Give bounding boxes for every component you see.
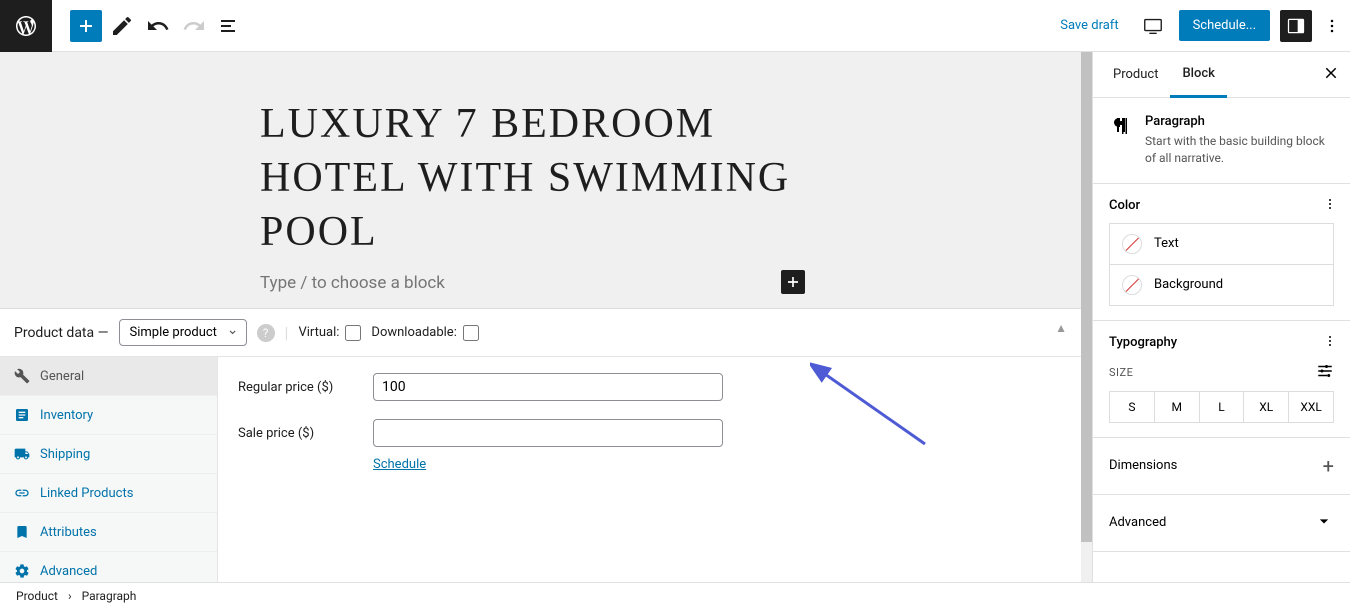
- tab-general[interactable]: General: [0, 357, 217, 396]
- undo-button[interactable]: [142, 10, 174, 42]
- size-label: SIZE: [1109, 366, 1133, 379]
- settings-sidebar: Product Block Paragraph Start with the b…: [1092, 52, 1350, 582]
- downloadable-checkbox[interactable]: [463, 325, 479, 341]
- paragraph-icon: [1109, 114, 1133, 138]
- scrollbar-thumb[interactable]: [1081, 52, 1092, 542]
- tab-advanced[interactable]: Advanced: [0, 552, 217, 582]
- view-button[interactable]: [1137, 10, 1169, 42]
- editor-scrollbar[interactable]: [1081, 52, 1092, 582]
- background-color-button[interactable]: Background: [1109, 264, 1334, 306]
- downloadable-checkbox-group[interactable]: Downloadable:: [371, 325, 478, 341]
- virtual-checkbox-group[interactable]: Virtual:: [298, 325, 361, 341]
- product-data-panel: Product data — Simple product ? | Virtua…: [0, 308, 1081, 582]
- product-data-tabs: General Inventory Shipping Linked P: [0, 357, 218, 582]
- plus-icon: +: [1323, 454, 1334, 478]
- color-section-options[interactable]: [1322, 196, 1338, 216]
- edit-mode-button[interactable]: [106, 10, 138, 42]
- advanced-section[interactable]: Advanced: [1093, 495, 1350, 552]
- font-size-xl[interactable]: XL: [1244, 392, 1289, 422]
- chevron-down-icon: [1314, 511, 1334, 535]
- block-type-name: Paragraph: [1145, 114, 1334, 129]
- block-breadcrumb: Product › Paragraph: [0, 582, 1350, 608]
- product-type-select[interactable]: Simple product: [119, 319, 247, 346]
- product-title[interactable]: LUXURY 7 BEDROOM HOTEL WITH SWIMMING POO…: [260, 98, 821, 259]
- tab-shipping[interactable]: Shipping: [0, 435, 217, 474]
- redo-button[interactable]: [178, 10, 210, 42]
- schedule-sale-link[interactable]: Schedule: [373, 457, 426, 472]
- tab-inventory[interactable]: Inventory: [0, 396, 217, 435]
- save-draft-button[interactable]: Save draft: [1052, 10, 1126, 41]
- text-color-button[interactable]: Text: [1109, 223, 1334, 265]
- regular-price-input[interactable]: [373, 373, 723, 401]
- dimensions-section[interactable]: Dimensions +: [1093, 438, 1350, 495]
- wordpress-logo[interactable]: [0, 0, 52, 52]
- settings-sidebar-toggle[interactable]: [1280, 10, 1312, 42]
- color-section-title: Color: [1109, 198, 1334, 213]
- font-size-l[interactable]: L: [1200, 392, 1245, 422]
- sale-price-input[interactable]: [373, 419, 723, 447]
- help-icon[interactable]: ?: [257, 324, 275, 342]
- breadcrumb-root[interactable]: Product: [16, 589, 58, 603]
- font-size-options: S M L XL XXL: [1109, 391, 1334, 423]
- top-toolbar: Save draft Schedule...: [0, 0, 1350, 52]
- virtual-checkbox[interactable]: [345, 325, 361, 341]
- tab-linked-products[interactable]: Linked Products: [0, 474, 217, 513]
- close-sidebar-button[interactable]: [1322, 64, 1340, 86]
- downloadable-label: Downloadable:: [371, 325, 456, 340]
- sale-price-label: Sale price ($): [238, 426, 373, 441]
- background-color-swatch: [1122, 275, 1142, 295]
- panel-collapse-button[interactable]: ▲: [1055, 321, 1067, 335]
- product-data-label: Product data —: [14, 325, 109, 341]
- typography-section-title: Typography: [1109, 335, 1334, 350]
- add-block-inline-button[interactable]: [781, 270, 805, 294]
- add-block-button[interactable]: [70, 10, 102, 42]
- document-overview-button[interactable]: [214, 10, 246, 42]
- text-color-swatch: [1122, 234, 1142, 254]
- font-size-s[interactable]: S: [1110, 392, 1155, 422]
- chevron-right-icon: ›: [68, 589, 72, 603]
- typography-section-options[interactable]: [1322, 333, 1338, 353]
- block-type-description: Start with the basic building block of a…: [1145, 133, 1334, 167]
- regular-price-label: Regular price ($): [238, 380, 373, 395]
- breadcrumb-current: Paragraph: [82, 589, 137, 603]
- schedule-button[interactable]: Schedule...: [1179, 10, 1270, 41]
- tab-product[interactable]: Product: [1101, 53, 1170, 96]
- size-settings-icon[interactable]: [1316, 362, 1334, 383]
- tab-attributes[interactable]: Attributes: [0, 513, 217, 552]
- font-size-m[interactable]: M: [1155, 392, 1200, 422]
- virtual-label: Virtual:: [298, 325, 339, 340]
- block-placeholder[interactable]: Type / to choose a block: [260, 273, 445, 293]
- font-size-xxl[interactable]: XXL: [1289, 392, 1333, 422]
- tab-block[interactable]: Block: [1170, 52, 1226, 98]
- more-options-button[interactable]: [1322, 10, 1342, 42]
